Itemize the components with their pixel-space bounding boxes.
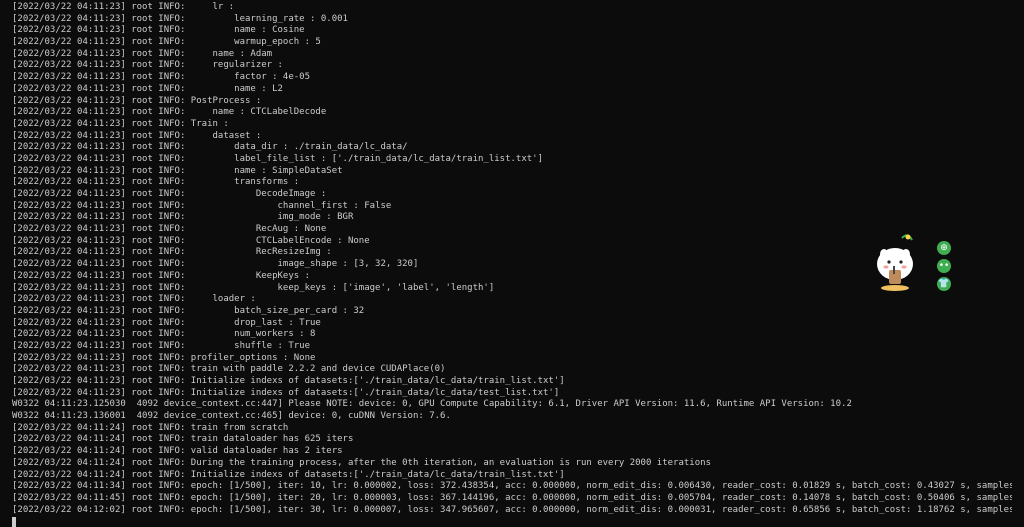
shirt-button[interactable]: 👕 (937, 277, 951, 291)
log-line: W0322 04:11:23.136001 4092 device_contex… (12, 411, 451, 422)
log-line: [2022/03/22 04:11:23] root INFO: drop_la… (12, 317, 321, 328)
log-line: [2022/03/22 04:11:23] root INFO: DecodeI… (12, 189, 327, 199)
emoji-icon: •• (938, 261, 950, 271)
log-line: [2022/03/22 04:11:23] root INFO: name : … (12, 48, 273, 59)
log-line: [2022/03/22 04:11:23] root INFO: shuffle… (12, 340, 311, 351)
log-line: [2022/03/22 04:11:24] root INFO: train d… (12, 434, 354, 445)
log-line: [2022/03/22 04:11:23] root INFO: img_mod… (12, 212, 354, 223)
log-line: [2022/03/22 04:11:23] root INFO: CTCLabe… (12, 235, 370, 246)
log-line: [2022/03/22 04:11:23] root INFO: factor … (12, 72, 311, 83)
log-lines: [2022/03/22 04:11:23] root INFO: lr : [20… (12, 2, 1012, 516)
log-line: [2022/03/22 04:11:34] root INFO: epoch: … (12, 481, 1012, 492)
log-line: W0322 04:11:23.125030 4092 device_contex… (12, 399, 852, 410)
log-line: [2022/03/22 04:11:23] root INFO: loader … (12, 294, 256, 305)
log-line: [2022/03/22 04:11:23] root INFO: name : … (12, 83, 283, 94)
terminal-output[interactable]: [2022/03/22 04:11:23] root INFO: lr : [20… (12, 2, 1012, 527)
shirt-icon: 👕 (938, 279, 950, 289)
log-line: [2022/03/22 04:11:24] root INFO: Initial… (12, 469, 565, 480)
log-line: [2022/03/22 04:11:23] root INFO: profile… (12, 352, 316, 363)
log-line: [2022/03/22 04:11:24] root INFO: train f… (12, 422, 289, 433)
log-line: [2022/03/22 04:11:23] root INFO: lr : (12, 2, 235, 12)
log-line: [2022/03/22 04:11:23] root INFO: learnin… (12, 13, 348, 24)
log-line: [2022/03/22 04:11:45] root INFO: epoch: … (12, 492, 1012, 503)
log-line: [2022/03/22 04:11:23] root INFO: name : … (12, 25, 305, 36)
text-cursor (12, 517, 16, 527)
log-line: [2022/03/22 04:11:23] root INFO: Initial… (12, 376, 565, 386)
log-line: [2022/03/22 04:11:23] root INFO: RecAug … (12, 224, 327, 235)
log-line: [2022/03/22 04:11:23] root INFO: PostPro… (12, 95, 262, 106)
log-line: [2022/03/22 04:11:23] root INFO: channel… (12, 200, 392, 211)
log-line: [2022/03/22 04:11:23] root INFO: image_s… (12, 259, 419, 270)
log-line: [2022/03/22 04:11:23] root INFO: keep_ke… (12, 282, 495, 293)
log-line: [2022/03/22 04:11:23] root INFO: transfo… (12, 177, 300, 188)
mascot-icon[interactable] (872, 230, 918, 292)
log-line: [2022/03/22 04:11:23] root INFO: Train : (12, 118, 229, 129)
add-icon: ⊕ (940, 243, 948, 253)
log-line: [2022/03/22 04:11:24] root INFO: During … (12, 457, 711, 468)
log-line: [2022/03/22 04:11:23] root INFO: num_wor… (12, 329, 316, 340)
log-line: [2022/03/22 04:11:24] root INFO: valid d… (12, 446, 343, 457)
log-line: [2022/03/22 04:11:23] root INFO: warmup_… (12, 37, 321, 48)
log-line: [2022/03/22 04:11:23] root INFO: regular… (12, 60, 283, 71)
log-line: [2022/03/22 04:12:02] root INFO: epoch: … (12, 504, 1012, 515)
log-line: [2022/03/22 04:11:23] root INFO: dataset… (12, 130, 262, 141)
log-line: [2022/03/22 04:11:23] root INFO: KeepKey… (12, 270, 311, 281)
add-button[interactable]: ⊕ (937, 241, 951, 255)
log-line: [2022/03/22 04:11:23] root INFO: RecResi… (12, 247, 332, 258)
log-line: [2022/03/22 04:11:23] root INFO: data_di… (12, 142, 408, 153)
log-line: [2022/03/22 04:11:23] root INFO: name : … (12, 107, 327, 118)
log-line: [2022/03/22 04:11:23] root INFO: label_f… (12, 153, 544, 164)
log-line: [2022/03/22 04:11:23] root INFO: name : … (12, 165, 343, 176)
log-line: [2022/03/22 04:11:23] root INFO: batch_s… (12, 305, 365, 316)
log-line: [2022/03/22 04:11:23] root INFO: train w… (12, 364, 446, 375)
emoji-button[interactable]: •• (937, 259, 951, 273)
log-line: [2022/03/22 04:11:23] root INFO: Initial… (12, 387, 560, 398)
